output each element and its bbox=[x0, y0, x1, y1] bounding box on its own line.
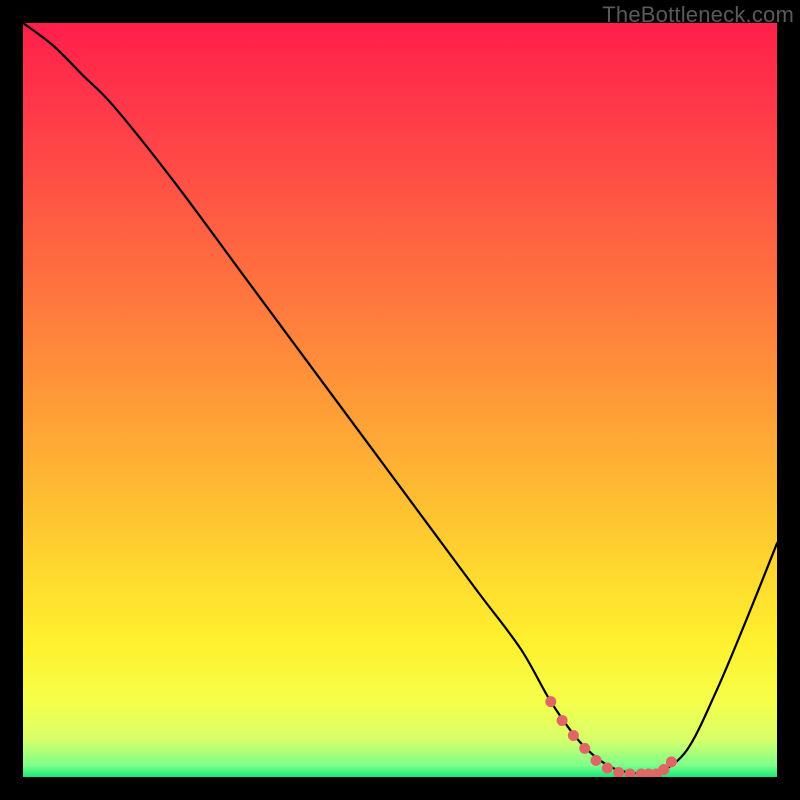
marker-dot bbox=[579, 743, 590, 754]
marker-dot bbox=[557, 715, 568, 726]
watermark-text: TheBottleneck.com bbox=[602, 2, 794, 28]
marker-dot bbox=[591, 755, 602, 766]
marker-dot bbox=[666, 756, 677, 767]
gradient-background bbox=[23, 23, 777, 777]
marker-dot bbox=[545, 696, 556, 707]
bottleneck-chart bbox=[23, 23, 777, 777]
marker-dot bbox=[602, 762, 613, 773]
marker-dot bbox=[568, 730, 579, 741]
chart-frame bbox=[23, 23, 777, 777]
